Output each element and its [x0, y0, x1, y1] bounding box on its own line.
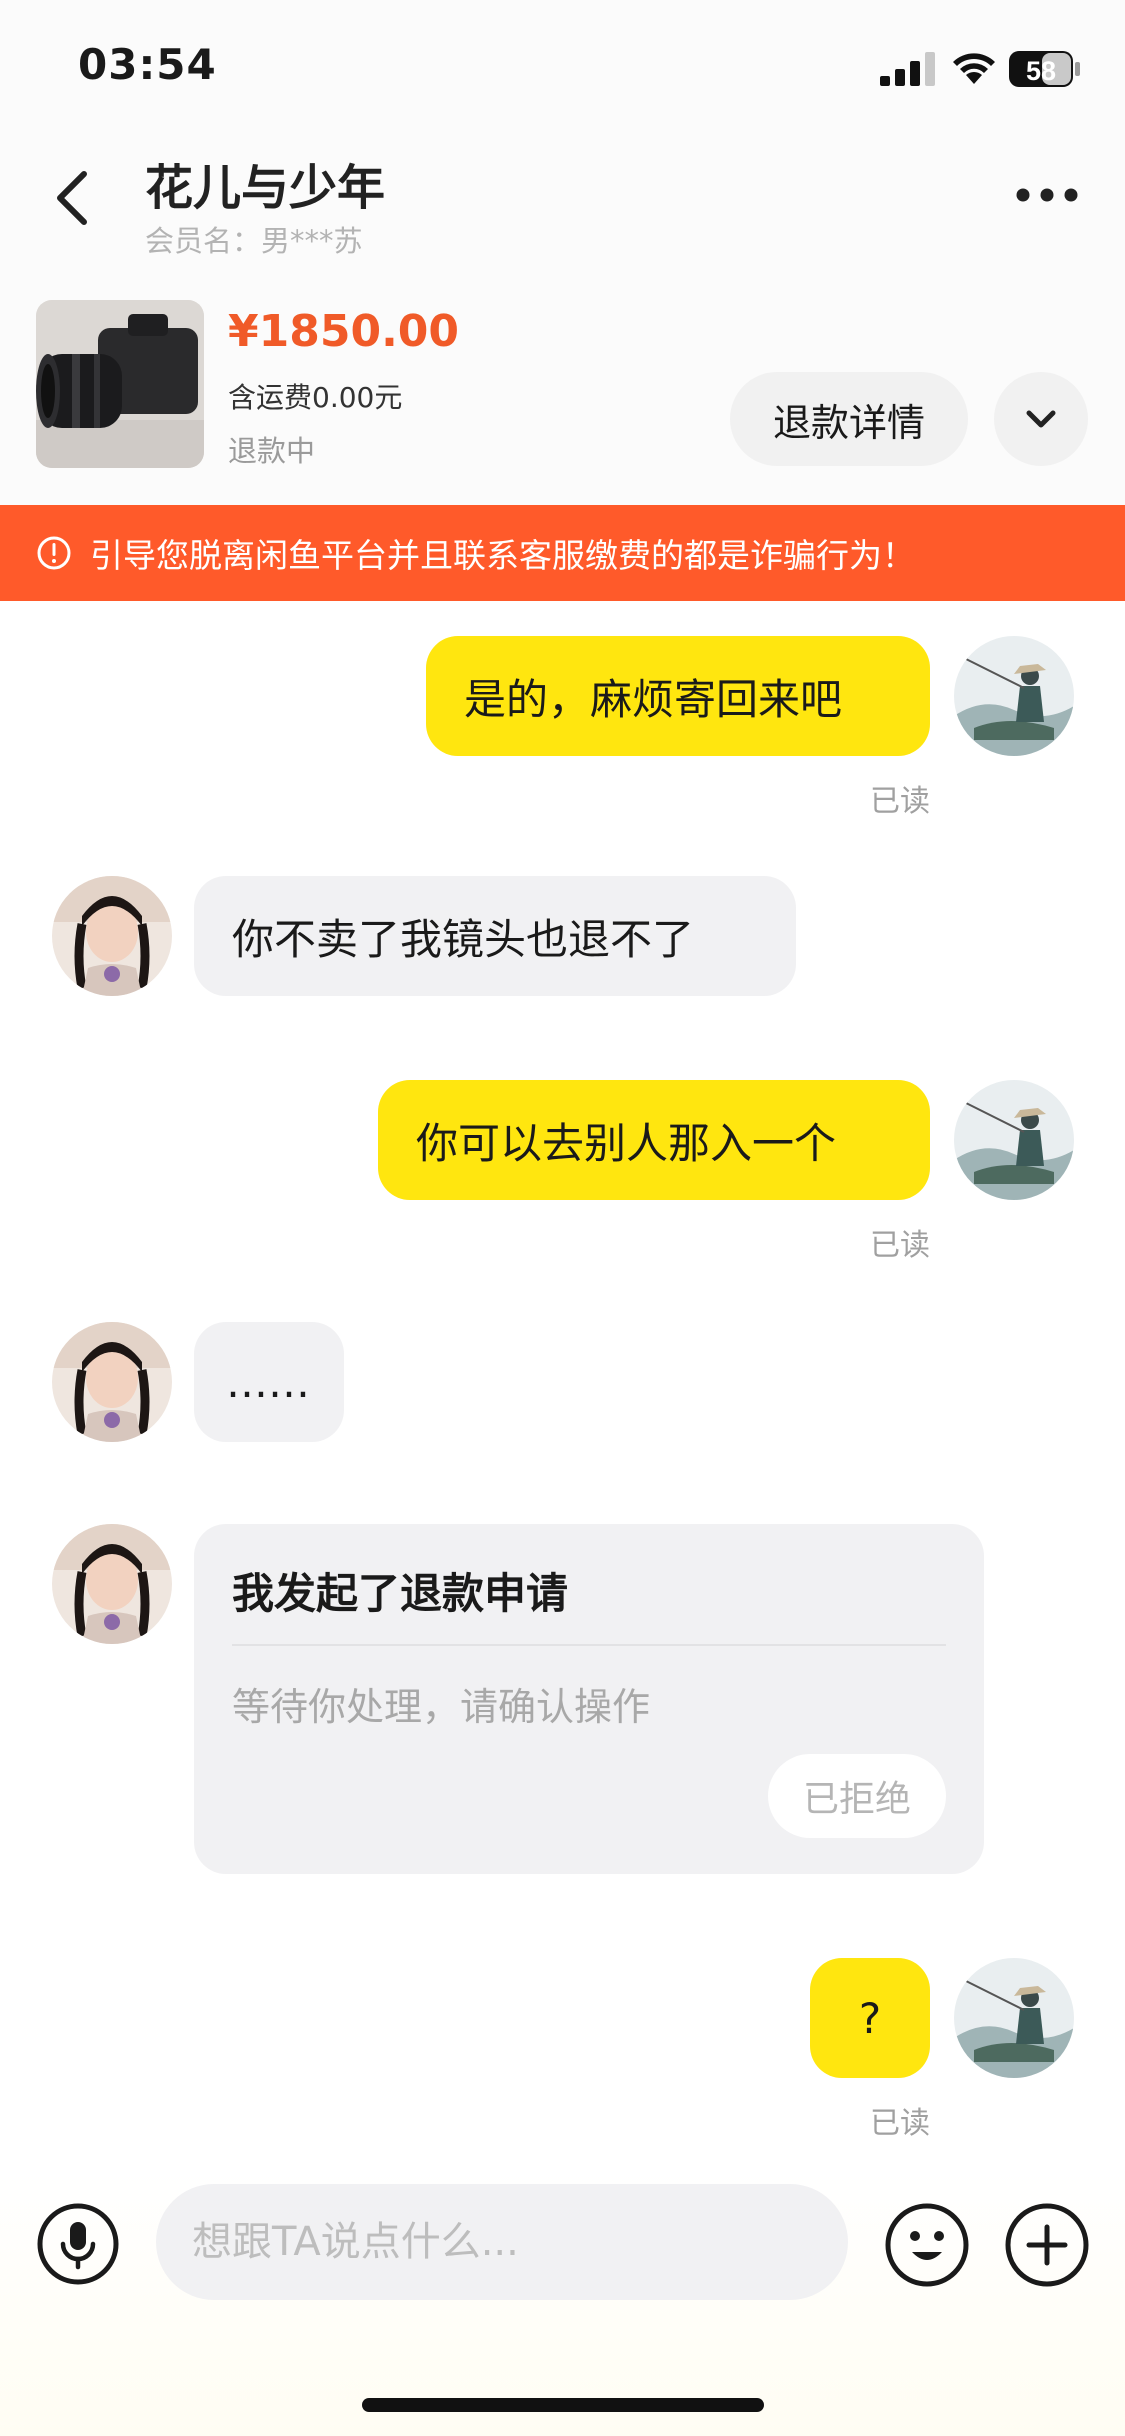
read-receipt: 已读: [870, 2106, 930, 2141]
message-bubble-outgoing[interactable]: ?: [810, 1958, 930, 2078]
my-avatar[interactable]: [954, 636, 1074, 756]
message-bubble-outgoing[interactable]: 是的，麻烦寄回来吧: [426, 636, 930, 756]
emoji-icon[interactable]: [884, 2202, 970, 2288]
fisherman-avatar-image: [954, 636, 1074, 756]
girl-avatar-image: [52, 1322, 172, 1442]
refund-detail-button[interactable]: 退款详情: [730, 372, 968, 466]
warning-icon: [37, 536, 71, 570]
refund-card-title: 我发起了退款申请: [232, 1569, 569, 1618]
fisherman-avatar-image: [954, 1958, 1074, 2078]
message-bubble-outgoing[interactable]: 你可以去别人那入一个: [378, 1080, 930, 1200]
message-text: 你不卖了我镜头也退不了: [232, 914, 695, 964]
microphone-icon[interactable]: [36, 2202, 120, 2286]
product-thumbnail[interactable]: [36, 300, 204, 468]
warning-text: 引导您脱离闲鱼平台并且联系客服缴费的都是诈骗行为！: [90, 536, 915, 575]
my-avatar[interactable]: [954, 1080, 1074, 1200]
contact-avatar[interactable]: [52, 1322, 172, 1442]
chevron-down-icon: [1026, 410, 1056, 428]
shipping-fee: 含运费0.00元: [228, 381, 403, 414]
camera-image: [36, 300, 204, 468]
product-price: ¥1850.00: [228, 306, 460, 357]
battery-level: 58: [1026, 56, 1056, 86]
read-receipt: 已读: [870, 1228, 930, 1263]
message-input[interactable]: [156, 2184, 848, 2300]
more-options-icon[interactable]: [1015, 182, 1079, 208]
girl-avatar-image: [52, 1524, 172, 1644]
message-bubble-incoming[interactable]: 你不卖了我镜头也退不了: [194, 876, 796, 996]
cellular-signal-icon: [880, 52, 935, 86]
status-time: 03:54: [78, 40, 217, 89]
home-indicator: [362, 2398, 764, 2412]
girl-avatar-image: [52, 876, 172, 996]
contact-avatar[interactable]: [52, 876, 172, 996]
refund-card-subtitle: 等待你处理，请确认操作: [232, 1685, 651, 1729]
message-text: 你可以去别人那入一个: [416, 1118, 837, 1168]
card-divider: [232, 1644, 946, 1646]
fraud-warning-banner: 引导您脱离闲鱼平台并且联系客服缴费的都是诈骗行为！: [0, 505, 1125, 601]
message-bubble-incoming[interactable]: ……: [194, 1322, 344, 1442]
refund-request-card[interactable]: 我发起了退款申请 等待你处理，请确认操作 已拒绝: [194, 1524, 984, 1874]
read-receipt: 已读: [870, 784, 930, 819]
battery-icon: 58: [1009, 51, 1080, 87]
message-text: ……: [226, 1357, 310, 1407]
member-name: 会员名：男***苏: [145, 224, 363, 258]
plus-icon[interactable]: [1004, 2202, 1090, 2288]
fisherman-avatar-image: [954, 1080, 1074, 1200]
message-text: 是的，麻烦寄回来吧: [464, 674, 843, 724]
refund-rejected-button[interactable]: 已拒绝: [768, 1754, 946, 1838]
my-avatar[interactable]: [954, 1958, 1074, 2078]
order-status: 退款中: [228, 434, 316, 468]
contact-avatar[interactable]: [52, 1524, 172, 1644]
message-text: ?: [858, 1993, 882, 2043]
wifi-icon: [953, 53, 995, 84]
back-arrow-icon[interactable]: [50, 168, 94, 228]
chat-title: 花儿与少年: [145, 160, 386, 216]
expand-button[interactable]: [994, 372, 1088, 466]
